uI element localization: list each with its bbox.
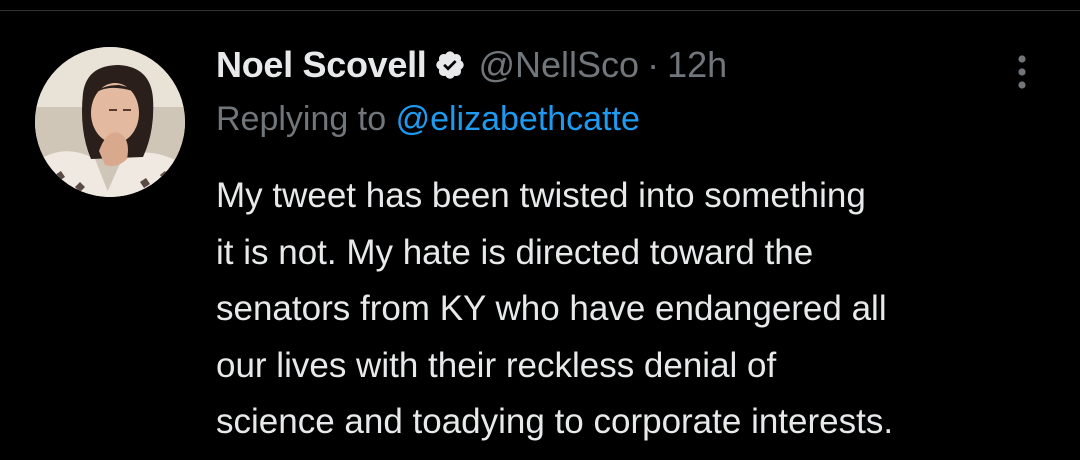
tweet-header: Noel Scovell @NellSco · 12h	[216, 40, 727, 90]
more-options-icon[interactable]	[1004, 52, 1040, 92]
avatar-photo	[35, 47, 185, 197]
handle[interactable]: @NellSco	[478, 44, 639, 86]
avatar[interactable]	[35, 47, 185, 197]
tweet-text: My tweet has been twisted into something…	[216, 176, 894, 441]
display-name[interactable]: Noel Scovell	[216, 44, 427, 86]
replying-to: Replying to @elizabethcatte	[216, 100, 640, 146]
separator-dot: ·	[647, 44, 660, 85]
replying-to-label: Replying to	[216, 100, 387, 138]
verified-badge-icon	[434, 49, 466, 81]
timestamp[interactable]: 12h	[667, 44, 727, 86]
reply-to-handle-link[interactable]: @elizabethcatte	[396, 100, 640, 138]
tweet[interactable]: Noel Scovell @NellSco · 12h Replying to …	[0, 0, 1080, 449]
